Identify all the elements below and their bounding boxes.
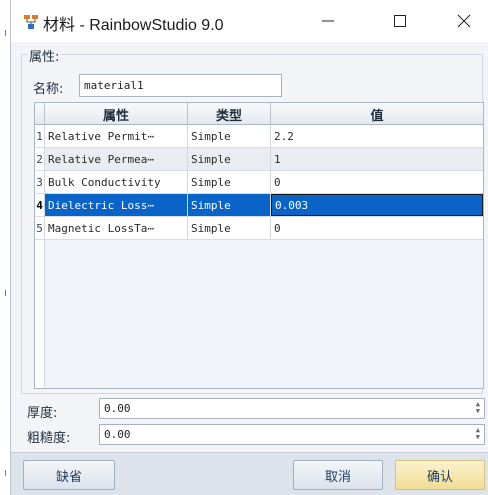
default-button[interactable]: 缺省 [23,460,115,490]
table-row[interactable]: 1 Relative Permit⋯ Simple 2.2 [35,125,483,148]
row-index: 3 [35,171,45,193]
header-type[interactable]: 类型 [188,103,271,125]
cell-property[interactable]: Bulk Conductivity [45,171,188,193]
cell-type[interactable]: Simple [188,217,271,239]
cell-property[interactable]: Dielectric Loss⋯ [45,194,188,216]
title-bar[interactable]: 材料 - RainbowStudio 9.0 [11,0,488,42]
header-property[interactable]: 属性 [45,103,188,125]
group-legend-text: 属性: [29,50,60,65]
cell-value[interactable]: 1 [271,148,483,170]
row-index: 5 [35,217,45,239]
ok-button[interactable]: 确认 [395,460,485,490]
cell-type[interactable]: Simple [188,171,271,193]
cell-property[interactable]: Relative Permea⋯ [45,148,188,170]
app-network-icon [24,15,38,29]
table-row[interactable]: 5 Magnetic LossTa⋯ Simple 0 [35,217,483,240]
table-row-selected[interactable]: 4 Dielectric Loss⋯ Simple 0.003 [35,194,483,217]
spin-arrows-icon[interactable]: ▲ ▼ [476,401,480,415]
close-icon [457,14,471,28]
row-index: 1 [35,125,45,147]
cell-type[interactable]: Simple [188,125,271,147]
close-button[interactable] [441,0,487,42]
cell-value[interactable]: 2.2 [271,125,483,147]
row-index: 2 [35,148,45,170]
roughness-value: 0.00 [104,428,131,441]
header-value[interactable]: 值 [271,103,483,125]
edge-mark [5,290,6,296]
edge-mark [5,470,6,476]
minimize-icon [322,20,334,22]
cell-property[interactable]: Magnetic LossTa⋯ [45,217,188,239]
thickness-value: 0.00 [104,402,131,415]
cancel-button[interactable]: 取消 [293,460,383,490]
cell-type[interactable]: Simple [188,194,271,216]
header-index [35,103,45,125]
maximize-icon [394,15,406,27]
button-bar: 缺省 取消 确认 [11,452,488,495]
minimize-button[interactable] [305,0,351,42]
cell-value[interactable]: 0 [271,217,483,239]
edge-mark [5,30,6,36]
material-dialog: 材料 - RainbowStudio 9.0 属性: 名称: material1… [10,0,488,495]
cell-value[interactable]: 0.003 [271,194,483,216]
grid-empty-area [45,240,483,388]
name-label: 名称: [33,82,64,97]
properties-grid[interactable]: 属性 类型 值 1 Relative Permit⋯ Simple 2.2 2 … [34,102,484,389]
properties-group-legend: 属性: [27,46,62,65]
row-index: 4 [35,194,45,216]
spin-arrows-icon[interactable]: ▲ ▼ [476,427,480,441]
window-title: 材料 - RainbowStudio 9.0 [43,17,224,34]
thickness-label: 厚度: [27,406,58,421]
cell-property[interactable]: Relative Permit⋯ [45,125,188,147]
grid-row-gutter [35,240,45,388]
maximize-button[interactable] [377,0,423,42]
roughness-label: 粗糙度: [27,431,71,446]
cell-type[interactable]: Simple [188,148,271,170]
roughness-spinbox[interactable]: 0.00 ▲ ▼ [99,424,485,445]
name-input[interactable]: material1 [79,74,282,97]
background-window-edge [0,0,10,495]
thickness-spinbox[interactable]: 0.00 ▲ ▼ [99,398,485,419]
grid-header: 属性 类型 值 [35,103,483,125]
table-row[interactable]: 3 Bulk Conductivity Simple 0 [35,171,483,194]
cell-value[interactable]: 0 [271,171,483,193]
table-row[interactable]: 2 Relative Permea⋯ Simple 1 [35,148,483,171]
